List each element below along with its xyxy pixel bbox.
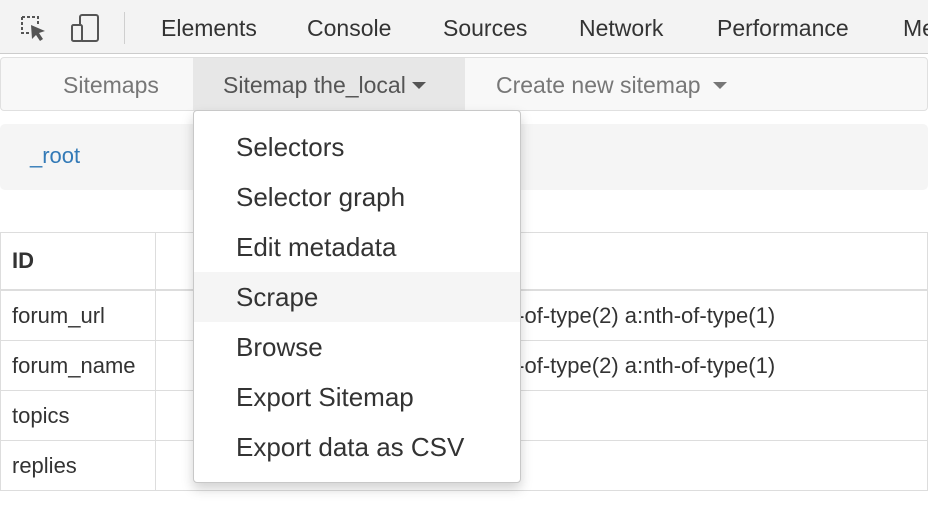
selector-id-cell: forum_name bbox=[0, 340, 157, 391]
chevron-down-icon bbox=[712, 81, 727, 89]
tab-elements[interactable]: Elements bbox=[161, 0, 257, 54]
breadcrumb-root-link[interactable]: _root bbox=[30, 124, 80, 188]
menu-item-edit-metadata[interactable]: Edit metadata bbox=[194, 222, 520, 272]
menu-item-scrape[interactable]: Scrape bbox=[194, 272, 520, 322]
devtools-toolbar: Elements Console Sources Network Perform… bbox=[0, 0, 928, 54]
sitemap-navbar: Sitemaps Sitemap the_local Create new si… bbox=[0, 57, 928, 111]
tab-performance[interactable]: Performance bbox=[717, 0, 849, 54]
inspect-element-icon[interactable] bbox=[18, 13, 48, 43]
nav-sitemaps[interactable]: Sitemaps bbox=[63, 58, 159, 110]
column-header-id: ID bbox=[0, 232, 157, 291]
toolbar-divider bbox=[124, 12, 125, 44]
nav-create-sitemap-label: Create new sitemap bbox=[496, 72, 701, 98]
sitemap-dropdown-menu: Selectors Selector graph Edit metadata S… bbox=[193, 110, 521, 483]
tab-sources[interactable]: Sources bbox=[443, 0, 527, 54]
menu-item-export-csv[interactable]: Export data as CSV bbox=[194, 422, 520, 472]
nav-current-sitemap-label: Sitemap the_local bbox=[223, 72, 406, 98]
nav-create-sitemap-dropdown[interactable]: Create new sitemap bbox=[496, 58, 727, 110]
tab-memory[interactable]: Me bbox=[903, 0, 928, 54]
selector-id-cell: topics bbox=[0, 390, 157, 441]
nav-current-sitemap-dropdown[interactable]: Sitemap the_local bbox=[193, 58, 465, 110]
selector-id-cell: replies bbox=[0, 440, 157, 491]
menu-item-selector-graph[interactable]: Selector graph bbox=[194, 172, 520, 222]
device-toolbar-icon[interactable] bbox=[70, 13, 100, 43]
tab-console[interactable]: Console bbox=[307, 0, 391, 54]
selector-id-cell: forum_url bbox=[0, 289, 157, 341]
menu-item-selectors[interactable]: Selectors bbox=[194, 122, 520, 172]
tab-network[interactable]: Network bbox=[579, 0, 663, 54]
menu-item-export-sitemap[interactable]: Export Sitemap bbox=[194, 372, 520, 422]
menu-item-browse[interactable]: Browse bbox=[194, 322, 520, 372]
chevron-down-icon bbox=[411, 81, 426, 89]
